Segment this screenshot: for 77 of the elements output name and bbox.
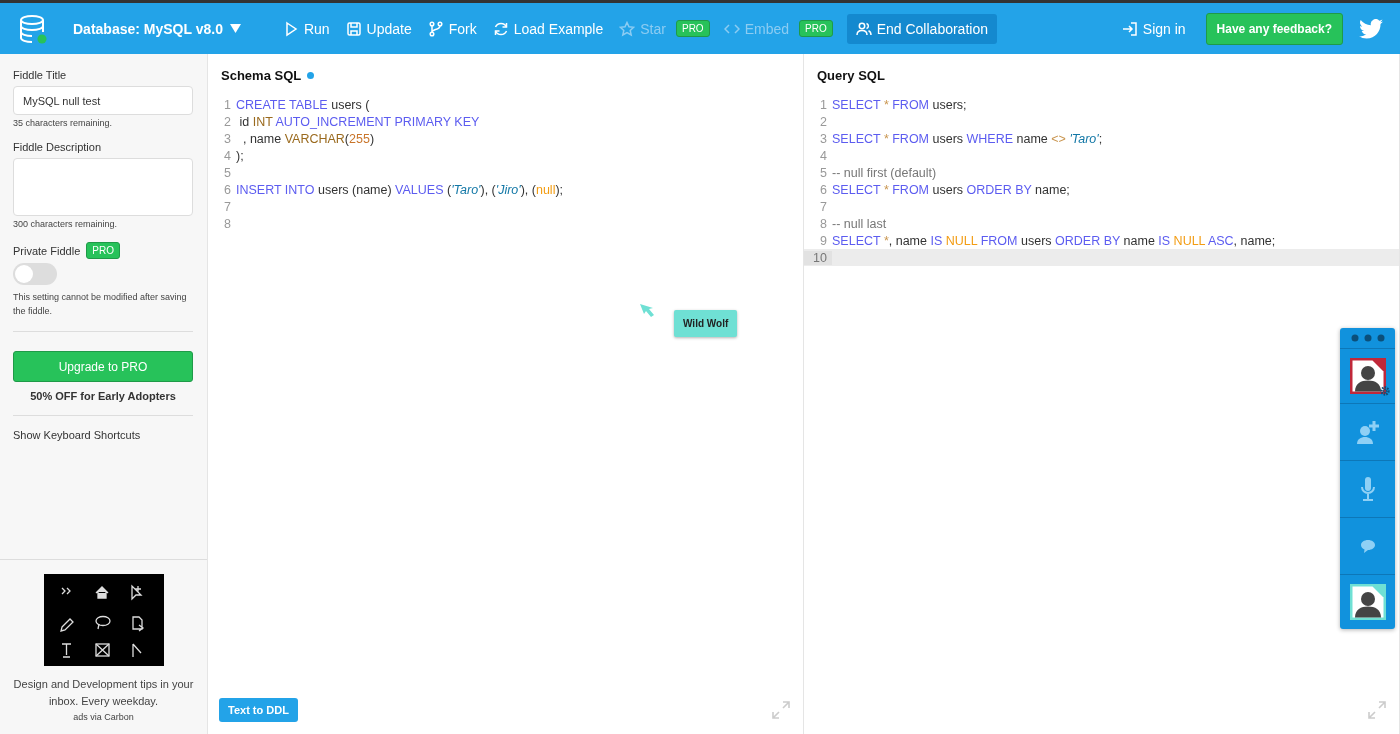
feedback-button[interactable]: Have any feedback?: [1205, 12, 1343, 45]
avatar-icon[interactable]: [1349, 584, 1386, 620]
sign-in-icon: [1121, 20, 1138, 37]
toolbar-button[interactable]: End Collaboration: [846, 13, 997, 44]
line-number: 10: [804, 250, 832, 265]
save-icon: [345, 20, 362, 37]
code-line: SELECT *, name IS NULL FROM users ORDER BY name IS NULL ASC, name;: [832, 233, 1276, 248]
keyboard-shortcuts-link[interactable]: Show Keyboard Shortcuts: [13, 429, 141, 441]
code-line: -- null last: [832, 216, 887, 231]
line-number: 1: [223, 97, 232, 112]
toggle-switch[interactable]: [13, 263, 57, 285]
code-line: id INT AUTO_INCREMENT PRIMARY KEY: [238, 114, 480, 129]
line-number: 6: [819, 182, 828, 197]
field-label: Private Fiddle: [13, 244, 81, 257]
code-line: SELECT * FROM users WHERE name <> 'Taro';: [832, 131, 1103, 146]
microphone-icon[interactable]: [1359, 476, 1376, 502]
ad-credit-link[interactable]: ads via Carbon: [73, 712, 134, 722]
line-number: 7: [819, 199, 828, 214]
field-hint: 300 characters remaining.: [13, 219, 118, 229]
collaborator-label: Wild Wolf: [674, 310, 738, 337]
expand-icon[interactable]: [1367, 700, 1387, 720]
title-input[interactable]: MySQL null test: [13, 86, 193, 115]
line-number: 4: [223, 148, 232, 163]
pro-badge: PRO: [799, 20, 833, 37]
field-hint: 35 characters remaining.: [13, 118, 113, 128]
upgrade-button[interactable]: Upgrade to PRO: [13, 351, 193, 382]
add-user-icon[interactable]: [1354, 420, 1381, 444]
line-number: 3: [223, 131, 232, 146]
fork-icon: [427, 20, 444, 37]
code-line: -- null first (default): [832, 165, 937, 180]
line-number: 7: [223, 199, 232, 214]
code-line: CREATE TABLE users (: [236, 97, 370, 112]
setting-note: This setting cannot be modified after saving the fiddle.: [13, 291, 188, 318]
code-line: SELECT * FROM users ORDER BY name;: [832, 182, 1070, 197]
line-number: 5: [223, 165, 232, 180]
panel-title: Query SQL: [817, 67, 885, 83]
bird-icon[interactable]: [1359, 18, 1383, 39]
gear-icon[interactable]: [1379, 385, 1391, 397]
line-number: 3: [819, 131, 828, 146]
pro-badge: PRO: [675, 20, 710, 37]
ad-text[interactable]: Design and Development tips in your inbox. Every weekday.: [8, 676, 199, 710]
line-number: 9: [819, 233, 828, 248]
line-number: 2: [223, 114, 232, 129]
code-line: , name VARCHAR(255): [241, 131, 375, 146]
toolbar-button[interactable]: Fork: [419, 13, 485, 44]
star-icon: [619, 20, 636, 37]
code-line: );: [236, 148, 244, 163]
pro-badge: PRO: [86, 242, 120, 259]
toolbar-button[interactable]: Load Example: [484, 13, 612, 44]
line-number: 8: [819, 216, 828, 231]
more-icon[interactable]: [1350, 334, 1385, 342]
line-number: 8: [223, 216, 232, 231]
database-icon[interactable]: [19, 13, 47, 44]
line-number: 6: [223, 182, 232, 197]
code-line: INSERT INTO users (name) VALUES ('Taro'), ('Jiro'), (null);: [236, 182, 564, 197]
line-number: 2: [819, 114, 828, 129]
code-line: SELECT * FROM users;: [832, 97, 967, 112]
users-icon: [855, 20, 872, 37]
toolbar-button[interactable]: Run: [274, 13, 338, 44]
panel-title: Schema SQL: [221, 67, 302, 83]
avatar-icon[interactable]: [1349, 358, 1386, 394]
field-label: Fiddle Title: [13, 69, 67, 81]
offer-text: 50% OFF for Early Adopters: [30, 390, 176, 402]
chat-icon[interactable]: [1359, 539, 1376, 553]
line-number: 5: [819, 165, 828, 180]
description-input[interactable]: [13, 158, 193, 216]
refresh-icon: [492, 20, 509, 37]
line-number: 1: [819, 97, 828, 112]
line-number: 4: [819, 148, 828, 163]
caret-icon: [229, 24, 241, 33]
ad-image[interactable]: [43, 574, 164, 666]
toolbar-button[interactable]: Update: [337, 13, 420, 44]
sign-in-button[interactable]: Sign in: [1113, 13, 1194, 44]
text-to-ddl-button[interactable]: Text to DDL: [219, 698, 298, 722]
database-selector[interactable]: Database: MySQL v8.0: [73, 20, 241, 37]
expand-icon[interactable]: [771, 700, 791, 720]
field-label: Fiddle Description: [13, 141, 102, 153]
